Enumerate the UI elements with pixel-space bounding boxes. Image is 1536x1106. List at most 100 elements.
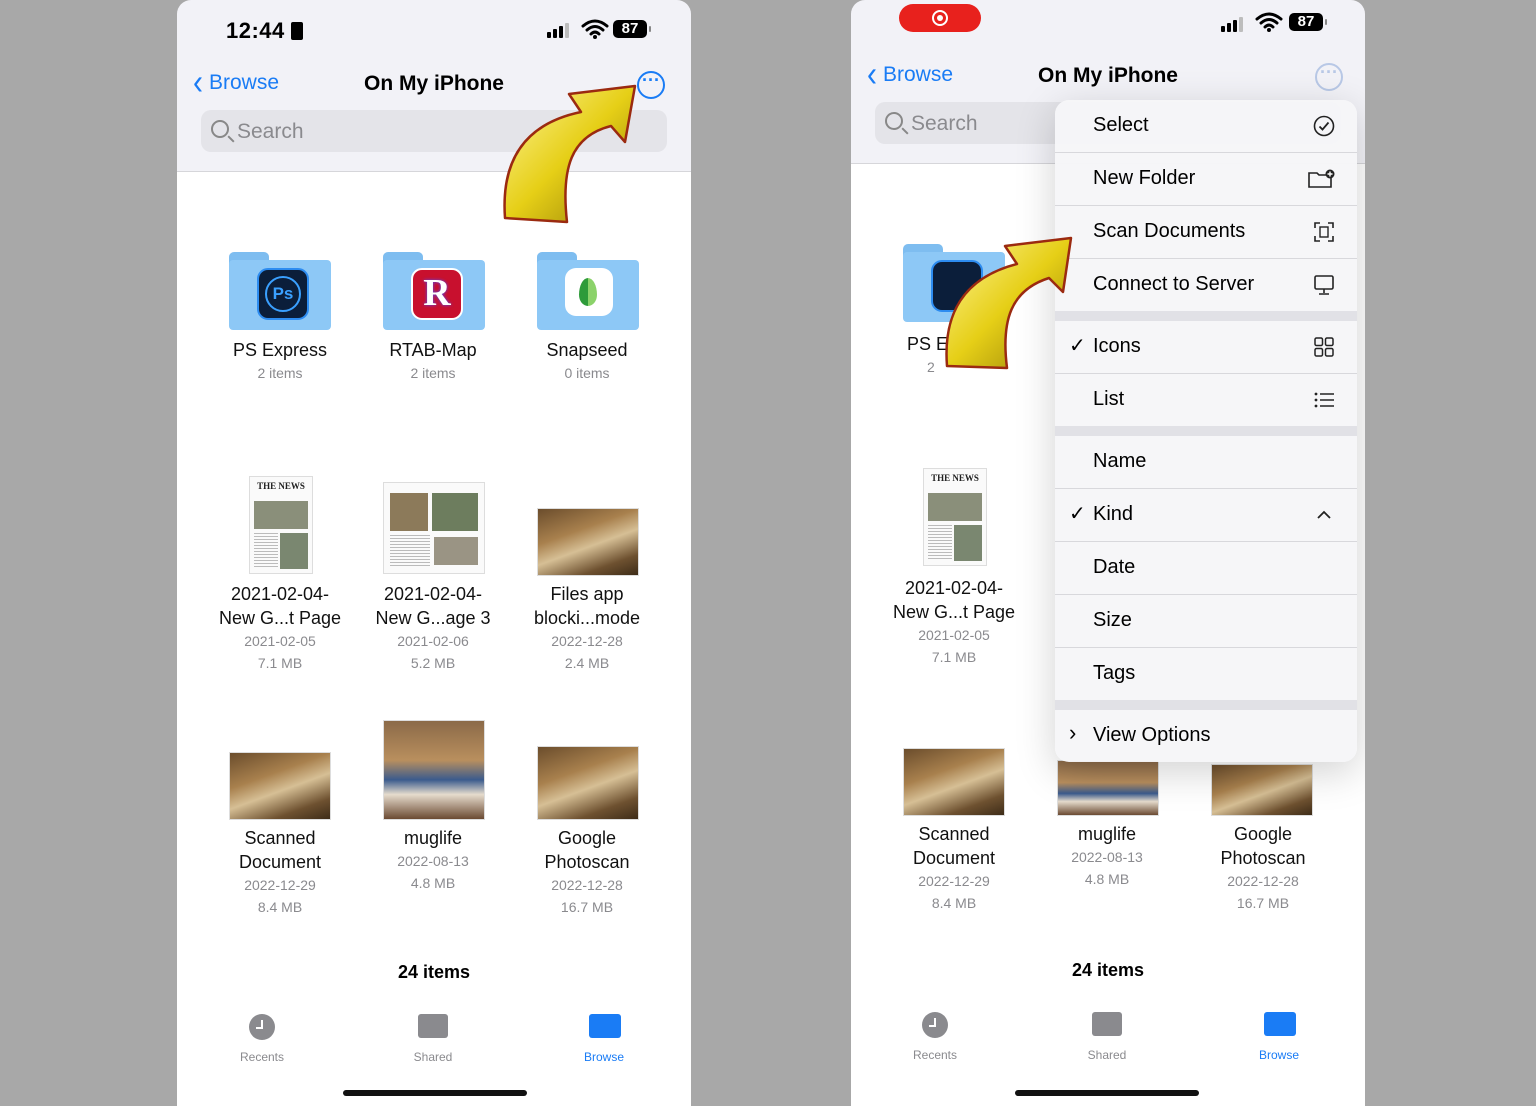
- more-options-menu: Select New Folder Scan Documents Connect…: [1055, 100, 1357, 762]
- wifi-icon: [581, 19, 609, 39]
- grid-item[interactable]: 2021-02-04- New G...t Page 2021-02-05 7.…: [210, 582, 350, 674]
- search-icon: [211, 120, 229, 138]
- tab-label: Browse: [583, 1050, 624, 1064]
- menu-item-sort-name[interactable]: Name: [1055, 436, 1357, 489]
- tab-recents[interactable]: Recents: [885, 1012, 985, 1062]
- item-size: 7.1 MB: [257, 655, 303, 671]
- folder-icon[interactable]: R: [383, 252, 485, 330]
- photo-thumbnail[interactable]: [229, 752, 331, 820]
- grid-item[interactable]: PS Express 2 items: [210, 338, 350, 384]
- menu-label: Date: [1093, 556, 1136, 578]
- menu-item-new-folder[interactable]: New Folder: [1055, 153, 1357, 206]
- item-meta: 2022-12-28: [1227, 873, 1299, 889]
- tab-shared[interactable]: Shared: [1057, 1012, 1157, 1062]
- tab-bar: Recents Shared Browse: [851, 1012, 1365, 1092]
- left-phone-screen: 12:44 87 ‹ Browse On My iPhone ··· Search…: [177, 0, 691, 1106]
- folder-icon[interactable]: Ps: [229, 252, 331, 330]
- menu-section-divider: [1055, 311, 1357, 321]
- menu-label: Name: [1093, 450, 1147, 472]
- item-meta: 0 items: [564, 365, 610, 381]
- yellow-arrow-annotation-icon: [945, 236, 1073, 370]
- item-size: 4.8 MB: [410, 875, 456, 891]
- grid-item[interactable]: Scanned Document 2022-12-29 8.4 MB: [884, 822, 1024, 914]
- menu-item-view-options[interactable]: › View Options: [1055, 710, 1357, 762]
- right-phone-screen: 87 ‹ Browse On My iPhone ··· Search PS E …: [851, 0, 1365, 1106]
- item-size: 4.8 MB: [1084, 871, 1130, 887]
- shared-folder-icon: [1092, 1012, 1122, 1036]
- item-name: RTAB-Map: [389, 340, 477, 360]
- folder-icon[interactable]: [537, 252, 639, 330]
- menu-item-sort-kind[interactable]: ✓ Kind: [1055, 489, 1357, 542]
- item-name: muglife: [1077, 824, 1137, 844]
- menu-section-divider: [1055, 426, 1357, 436]
- item-count: 24 items: [1071, 960, 1145, 980]
- screen-recording-indicator[interactable]: [899, 4, 981, 32]
- photo-thumbnail[interactable]: [537, 508, 639, 576]
- menu-item-sort-size[interactable]: Size: [1055, 595, 1357, 648]
- grid-item[interactable]: Google Photoscan 2022-12-28 16.7 MB: [1193, 822, 1333, 914]
- menu-item-list[interactable]: List: [1055, 374, 1357, 426]
- newspaper-masthead-image: THE NEWS: [257, 481, 305, 491]
- folder-icon: [589, 1014, 621, 1038]
- item-name: Scanned Document: [912, 824, 996, 868]
- item-meta: 2021-02-05: [244, 633, 316, 649]
- grid-item[interactable]: Scanned Document 2022-12-29 8.4 MB: [210, 826, 350, 918]
- photo-thumbnail[interactable]: [903, 748, 1005, 816]
- grid-item[interactable]: Snapseed 0 items: [517, 338, 657, 384]
- grid-item[interactable]: Google Photoscan 2022-12-28 16.7 MB: [517, 826, 657, 918]
- item-name: 2021-02-04- New G...t Page: [218, 584, 342, 628]
- grid-item[interactable]: muglife 2022-08-13 4.8 MB: [363, 826, 503, 894]
- item-size: 2.4 MB: [564, 655, 610, 671]
- item-meta: 2022-12-28: [551, 877, 623, 893]
- menu-item-connect-to-server[interactable]: Connect to Server: [1055, 259, 1357, 311]
- newspaper-thumbnail[interactable]: THE NEWS: [923, 468, 987, 566]
- newspaper-thumbnail[interactable]: [383, 482, 485, 574]
- shared-folder-icon: [418, 1014, 448, 1038]
- item-name: 2021-02-04- New G...age 3: [375, 584, 491, 628]
- yellow-arrow-annotation-icon: [503, 84, 637, 224]
- page-title: On My iPhone: [1037, 64, 1178, 87]
- record-icon: [932, 10, 948, 26]
- tab-bar: Recents Shared Browse: [177, 1014, 691, 1094]
- photo-thumbnail[interactable]: [537, 746, 639, 820]
- nav-bar: ‹ Browse On My iPhone ···: [851, 56, 1365, 100]
- item-size: 7.1 MB: [931, 649, 977, 665]
- tab-recents[interactable]: Recents: [212, 1014, 312, 1064]
- battery-indicator: 87: [1289, 13, 1327, 31]
- menu-item-select[interactable]: Select: [1055, 100, 1357, 153]
- tab-shared[interactable]: Shared: [383, 1014, 483, 1064]
- tab-label: Recents: [239, 1050, 285, 1064]
- tab-label: Recents: [912, 1048, 958, 1062]
- item-name: Snapseed: [546, 340, 628, 360]
- menu-item-sort-date[interactable]: Date: [1055, 542, 1357, 595]
- newspaper-thumbnail[interactable]: THE NEWS: [249, 476, 313, 574]
- monitor-icon: [1314, 275, 1334, 295]
- grid-item[interactable]: RTAB-Map 2 items: [363, 338, 503, 384]
- ps-express-app-icon: Ps: [257, 268, 309, 320]
- menu-item-icons[interactable]: ✓ Icons: [1055, 321, 1357, 374]
- grid-item[interactable]: 2021-02-04- New G...t Page 2021-02-05 7.…: [884, 576, 1024, 668]
- battery-indicator: 87: [613, 20, 651, 38]
- checkmark-icon: ✓: [1069, 503, 1086, 525]
- menu-label: View Options: [1093, 724, 1211, 746]
- photo-thumbnail[interactable]: [1057, 760, 1159, 816]
- item-meta: 2022-08-13: [397, 853, 469, 869]
- tab-browse[interactable]: Browse: [1229, 1012, 1329, 1062]
- tab-label: Shared: [1087, 1048, 1127, 1062]
- item-meta: 2022-12-28: [551, 633, 623, 649]
- photo-thumbnail[interactable]: [1211, 764, 1313, 816]
- menu-label: Kind: [1093, 503, 1134, 525]
- tab-browse[interactable]: Browse: [554, 1014, 654, 1064]
- grid-item[interactable]: 2021-02-04- New G...age 3 2021-02-06 5.2…: [363, 582, 503, 674]
- item-size: 5.2 MB: [410, 655, 456, 671]
- item-meta: 2021-02-05: [918, 627, 990, 643]
- item-meta: 2 items: [410, 365, 456, 381]
- item-count: 24 items: [397, 962, 471, 982]
- grid-item[interactable]: muglife 2022-08-13 4.8 MB: [1037, 822, 1177, 890]
- menu-item-scan-documents[interactable]: Scan Documents: [1055, 206, 1357, 259]
- menu-item-sort-tags[interactable]: Tags: [1055, 648, 1357, 700]
- grid-item[interactable]: Files app blocki...mode 2022-12-28 2.4 M…: [517, 582, 657, 674]
- status-bar: 12:44 87: [177, 0, 691, 60]
- photo-thumbnail[interactable]: [383, 720, 485, 820]
- more-options-icon[interactable]: ···: [1315, 63, 1343, 91]
